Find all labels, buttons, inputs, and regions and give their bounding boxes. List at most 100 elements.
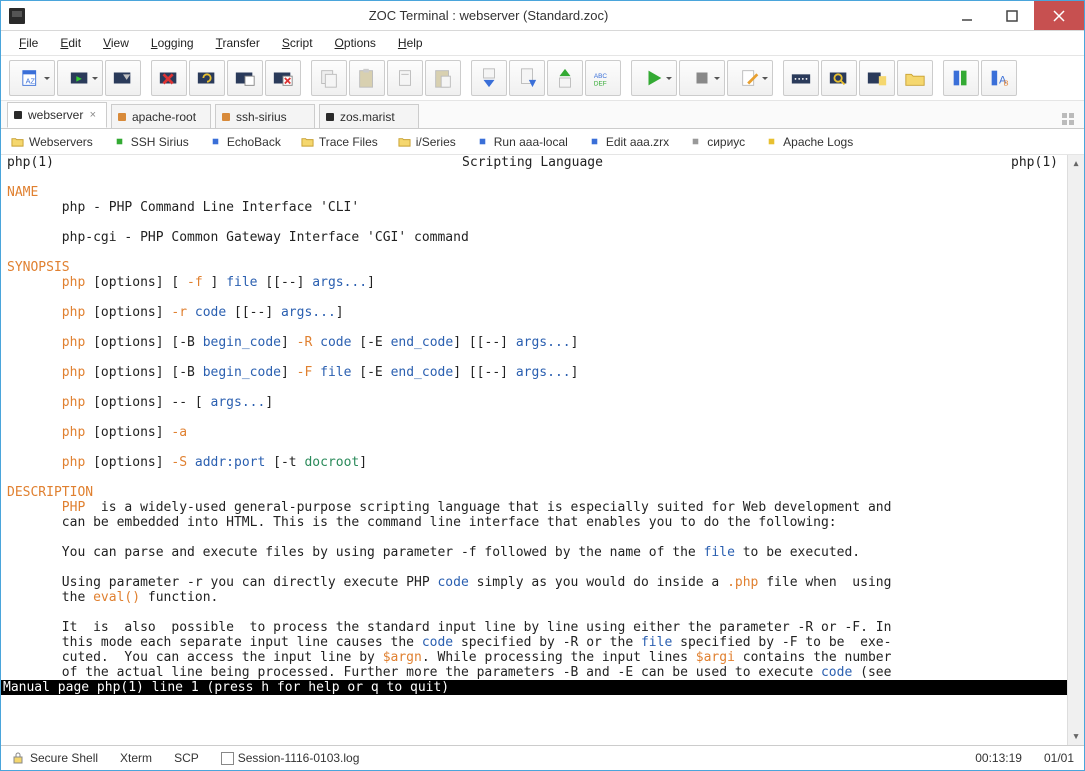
download-button[interactable] xyxy=(471,60,507,96)
section-name-heading: NAME php - PHP Command Line Interface 'C… xyxy=(7,185,891,680)
copy-button[interactable] xyxy=(311,60,347,96)
bookmark-edit-aaa-zrx[interactable]: Edit aaa.zrx xyxy=(588,135,669,149)
statusbar: Secure Shell Xterm SCP Session-1116-0103… xyxy=(1,745,1084,770)
tab-apache-root[interactable]: apache-root xyxy=(111,104,211,128)
manpage-header: php(1) Scripting Language php(1) xyxy=(1,155,1084,170)
disconnect-button[interactable] xyxy=(151,60,187,96)
header-center: Scripting Language xyxy=(462,155,603,170)
bookmark-iseries[interactable]: i/Series xyxy=(398,135,456,149)
editscript-button[interactable] xyxy=(727,60,773,96)
bookmark-bar: Webservers SSH Sirius EchoBack Trace Fil… xyxy=(1,129,1084,155)
stopscript-button[interactable] xyxy=(679,60,725,96)
colors-button[interactable] xyxy=(943,60,979,96)
dot-icon xyxy=(765,135,778,148)
status-emulation[interactable]: Xterm xyxy=(120,751,152,765)
bookmark-label: сириус xyxy=(707,135,745,149)
runscript-button[interactable] xyxy=(631,60,677,96)
dot-icon xyxy=(209,135,222,148)
titlebar: ZOC Terminal : webserver (Standard.zoc) xyxy=(1,1,1084,31)
tab-icon xyxy=(326,113,334,121)
tab-close-icon[interactable]: × xyxy=(90,109,96,121)
menu-script[interactable]: Script xyxy=(272,34,323,52)
bookmark-apache-logs[interactable]: Apache Logs xyxy=(765,135,853,149)
dot-icon xyxy=(476,135,489,148)
status-time: 00:13:19 xyxy=(975,751,1022,765)
window-buttons xyxy=(944,1,1084,30)
folder-icon xyxy=(301,135,314,148)
fontab-button[interactable]: AB xyxy=(981,60,1017,96)
newconnect-button[interactable] xyxy=(105,60,141,96)
tab-label: ssh-sirius xyxy=(236,110,287,124)
tabbar: webserver× apache-root ssh-sirius zos.ma… xyxy=(1,101,1084,129)
svg-text:DEF: DEF xyxy=(594,80,607,87)
tab-webserver[interactable]: webserver× xyxy=(7,102,107,128)
bookmark-label: Webservers xyxy=(29,135,93,149)
bookmark-webservers[interactable]: Webservers xyxy=(11,135,93,149)
tab-icon xyxy=(118,113,126,121)
header-right: php(1) xyxy=(1011,155,1058,170)
upload-button[interactable] xyxy=(547,60,583,96)
svg-text:B: B xyxy=(1004,78,1009,87)
keyboard-button[interactable] xyxy=(783,60,819,96)
paste-button[interactable] xyxy=(349,60,385,96)
status-transfer[interactable]: SCP xyxy=(174,751,199,765)
dot-icon xyxy=(113,135,126,148)
tab-zos-marist[interactable]: zos.marist xyxy=(319,104,419,128)
scrollback-button[interactable] xyxy=(859,60,895,96)
app-icon xyxy=(9,8,25,24)
menu-help[interactable]: Help xyxy=(388,34,433,52)
pager-status-line: Manual page php(1) line 1 (press h for h… xyxy=(1,680,1084,695)
minimize-button[interactable] xyxy=(944,1,989,30)
copyfile-button[interactable] xyxy=(387,60,423,96)
hostdir-button[interactable]: AZ xyxy=(9,60,55,96)
tab-icon xyxy=(222,113,230,121)
menu-view[interactable]: View xyxy=(93,34,139,52)
bookmark-label: i/Series xyxy=(416,135,456,149)
log-checkbox[interactable] xyxy=(221,752,234,765)
bookmark-echoback[interactable]: EchoBack xyxy=(209,135,281,149)
menubar: File Edit View Logging Transfer Script O… xyxy=(1,31,1084,55)
reconnect-button[interactable] xyxy=(189,60,225,96)
bookmark-label: Run aaa-local xyxy=(494,135,568,149)
scroll-up-icon[interactable]: ▴ xyxy=(1068,155,1084,172)
menu-options[interactable]: Options xyxy=(325,34,386,52)
profile-button[interactable] xyxy=(227,60,263,96)
lock-icon xyxy=(11,751,25,765)
tab-ssh-sirius[interactable]: ssh-sirius xyxy=(215,104,315,128)
pastefile-button[interactable] xyxy=(425,60,461,96)
abcdef-button[interactable]: ABCDEF xyxy=(585,60,621,96)
manpage-body: NAME php - PHP Command Line Interface 'C… xyxy=(1,170,1084,680)
tab-grid-icon[interactable] xyxy=(1062,113,1074,128)
status-connection[interactable]: Secure Shell xyxy=(11,751,98,765)
dot-icon xyxy=(588,135,601,148)
scroll-down-icon[interactable]: ▾ xyxy=(1068,728,1084,745)
menu-logging[interactable]: Logging xyxy=(141,34,204,52)
terminal-view[interactable]: ▴ ▾ php(1) Scripting Language php(1) NAM… xyxy=(1,155,1084,745)
maximize-button[interactable] xyxy=(989,1,1034,30)
scroll-track[interactable] xyxy=(1068,172,1084,728)
find-button[interactable] xyxy=(821,60,857,96)
svg-text:AZ: AZ xyxy=(26,77,36,86)
folder-icon xyxy=(398,135,411,148)
status-position: 01/01 xyxy=(1044,751,1074,765)
status-conn-label: Secure Shell xyxy=(30,751,98,765)
bookmark-tracefiles[interactable]: Trace Files xyxy=(301,135,378,149)
bookmark-sirius-ru[interactable]: сириус xyxy=(689,135,745,149)
bookmark-ssh-sirius[interactable]: SSH Sirius xyxy=(113,135,189,149)
sendtext-button[interactable] xyxy=(509,60,545,96)
menu-file[interactable]: File xyxy=(9,34,48,52)
menu-transfer[interactable]: Transfer xyxy=(206,34,270,52)
quickconnect-button[interactable] xyxy=(57,60,103,96)
tab-icon xyxy=(14,111,22,119)
menu-edit[interactable]: Edit xyxy=(50,34,91,52)
close-button[interactable] xyxy=(1034,1,1084,30)
tab-label: zos.marist xyxy=(340,110,395,124)
bookmark-label: EchoBack xyxy=(227,135,281,149)
closeprofile-button[interactable] xyxy=(265,60,301,96)
openfolder-button[interactable] xyxy=(897,60,933,96)
scrollbar[interactable]: ▴ ▾ xyxy=(1067,155,1084,745)
bookmark-run-aaa-local[interactable]: Run aaa-local xyxy=(476,135,568,149)
header-left: php(1) xyxy=(7,155,54,170)
status-logfile[interactable]: Session-1116-0103.log xyxy=(221,751,360,765)
bookmark-label: Apache Logs xyxy=(783,135,853,149)
